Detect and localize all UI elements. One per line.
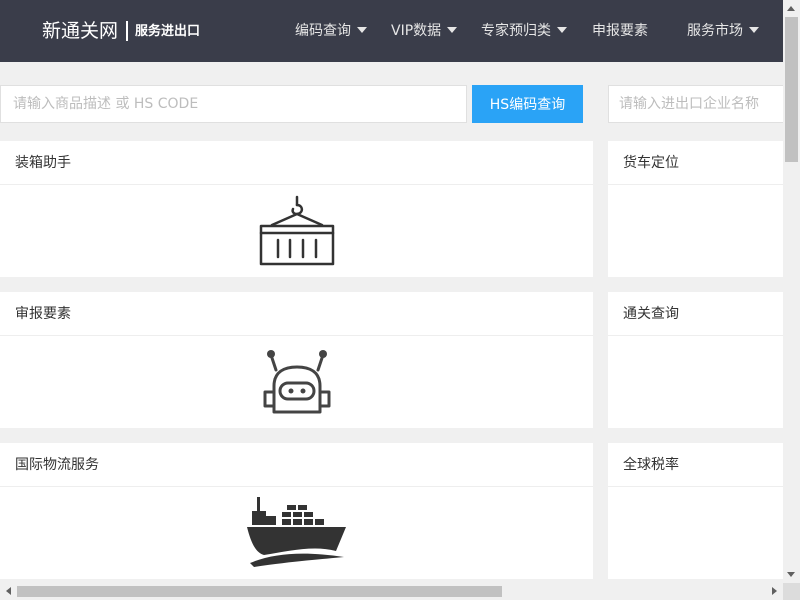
site-logo[interactable]: 新通关网: [42, 20, 118, 42]
logo-divider: [126, 21, 128, 41]
scroll-left-icon[interactable]: [0, 583, 17, 600]
card-declaration-elements[interactable]: 审报要素: [0, 292, 593, 428]
nav-code-query-label: 编码查询: [295, 23, 351, 39]
site-slogan: 服务进出口: [135, 24, 201, 39]
nav-declaration-elements[interactable]: 申报要素: [592, 21, 648, 41]
top-nav-bar: 新通关网 服务进出口 编码查询 VIP数据 专家预归类 申报要素 服务市场: [0, 0, 783, 62]
chevron-down-icon: [749, 27, 759, 33]
card-title: 全球税率: [623, 457, 679, 473]
card-global-tax-rate[interactable]: 全球税率: [608, 443, 783, 579]
card-divider: [0, 184, 593, 185]
scroll-down-icon[interactable]: [783, 566, 800, 583]
card-customs-query[interactable]: 通关查询: [608, 292, 783, 428]
robot-icon: [263, 350, 331, 414]
horizontal-scroll-thumb[interactable]: [17, 586, 502, 597]
container-crane-icon: [259, 195, 335, 266]
card-divider: [608, 184, 783, 185]
card-divider: [0, 486, 593, 487]
vertical-scrollbar[interactable]: [783, 0, 800, 583]
scroll-right-icon[interactable]: [766, 583, 783, 600]
horizontal-scrollbar[interactable]: [0, 583, 783, 600]
card-title: 国际物流服务: [15, 457, 99, 473]
chevron-down-icon: [557, 27, 567, 33]
vertical-scroll-thumb[interactable]: [785, 17, 798, 162]
nav-service-market-label: 服务市场: [687, 23, 743, 39]
hs-search-input[interactable]: [0, 85, 467, 123]
card-title: 审报要素: [15, 306, 71, 322]
nav-service-market[interactable]: 服务市场: [687, 21, 759, 41]
nav-vip-data[interactable]: VIP数据: [391, 21, 458, 41]
nav-expert-classification-label: 专家预归类: [481, 23, 551, 39]
nav-declaration-elements-label: 申报要素: [592, 23, 648, 39]
card-truck-location[interactable]: 货车定位: [608, 141, 783, 277]
nav-expert-classification[interactable]: 专家预归类: [481, 21, 567, 41]
cargo-ship-icon: [247, 497, 346, 567]
company-search-input[interactable]: [608, 85, 784, 123]
card-divider: [608, 335, 783, 336]
card-title: 货车定位: [623, 155, 679, 171]
scroll-up-icon[interactable]: [783, 0, 800, 17]
nav-code-query[interactable]: 编码查询: [295, 21, 367, 41]
chevron-down-icon: [357, 27, 367, 33]
card-divider: [0, 335, 593, 336]
hs-search-button[interactable]: HS编码查询: [472, 85, 583, 123]
card-divider: [608, 486, 783, 487]
card-international-logistics[interactable]: 国际物流服务: [0, 443, 593, 579]
chevron-down-icon: [447, 27, 458, 33]
scrollbar-corner: [783, 583, 800, 600]
card-title: 装箱助手: [15, 155, 71, 171]
card-packing-assistant[interactable]: 装箱助手: [0, 141, 593, 277]
nav-vip-data-label: VIP数据: [391, 23, 442, 39]
card-title: 通关查询: [623, 306, 679, 322]
